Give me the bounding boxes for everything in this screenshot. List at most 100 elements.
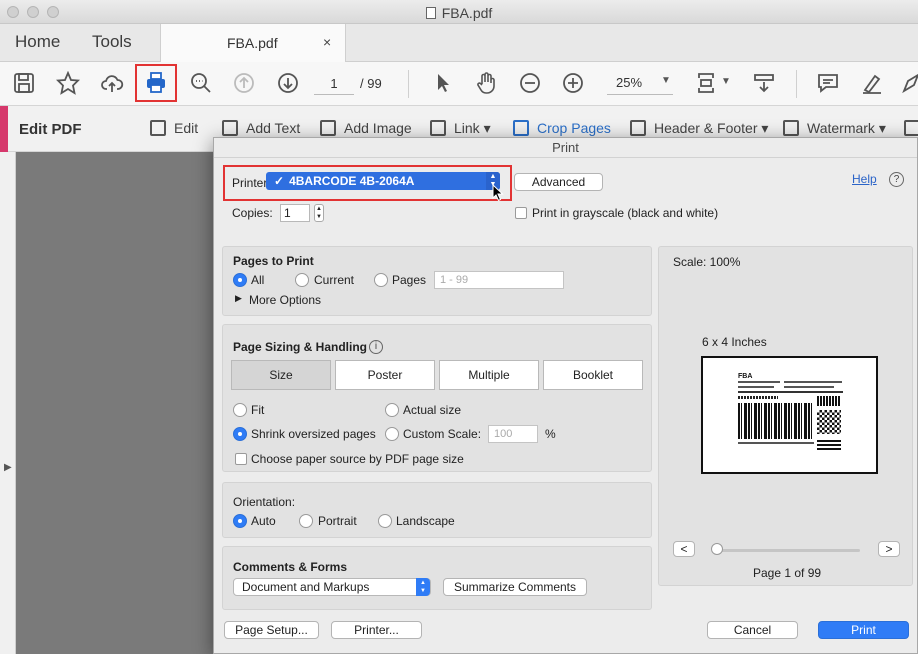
edit-tool-button[interactable]: Edit	[150, 120, 198, 136]
bookmark-star-icon[interactable]	[54, 69, 82, 97]
print-dialog: Print Printer: ✓4BARCODE 4B-2064A ▲▼ Adv…	[213, 137, 918, 654]
cancel-button[interactable]: Cancel	[707, 621, 798, 639]
comments-forms-select[interactable]: Document and Markups ▲ ▼	[233, 578, 431, 596]
custom-scale-input[interactable]: 100	[488, 425, 538, 443]
printer-button[interactable]: Printer...	[331, 621, 422, 639]
chevron-updown-icon: ▲▼	[416, 578, 430, 596]
poster-mode-button[interactable]: Poster	[335, 360, 435, 390]
tab-document[interactable]: FBA.pdf ×	[160, 24, 346, 62]
draw-pen-icon[interactable]	[898, 69, 918, 97]
tab-tools[interactable]: Tools	[92, 32, 132, 52]
grayscale-label: Print in grayscale (black and white)	[532, 206, 719, 220]
header-footer-button[interactable]: Header & Footer ▾	[630, 120, 768, 137]
orientation-landscape-radio[interactable]	[378, 514, 392, 528]
help-link[interactable]: Help	[852, 172, 877, 186]
preview-text-line	[738, 381, 780, 383]
help-icon[interactable]: ?	[889, 172, 904, 187]
select-arrow-icon[interactable]	[429, 69, 457, 97]
shrink-oversized-radio[interactable]	[233, 427, 247, 441]
zoom-in-icon[interactable]	[559, 69, 587, 97]
upload-cloud-icon[interactable]	[98, 69, 126, 97]
page-setup-button[interactable]: Page Setup...	[224, 621, 319, 639]
page-number-input[interactable]	[314, 73, 354, 95]
main-toolbar: / 99 25% ▼ ▼	[0, 62, 918, 106]
zoom-out-icon[interactable]	[516, 69, 544, 97]
copies-input[interactable]: 1	[280, 204, 310, 222]
page-slider-thumb[interactable]	[711, 543, 723, 555]
image-icon	[320, 120, 336, 136]
print-icon[interactable]	[135, 64, 177, 102]
page-slider-track[interactable]	[716, 549, 860, 552]
info-icon[interactable]: i	[369, 340, 383, 354]
summarize-comments-button[interactable]: Summarize Comments	[443, 578, 587, 596]
orientation-portrait-label: Portrait	[318, 514, 357, 528]
preview-prev-button[interactable]: <	[673, 541, 695, 557]
watermark-button[interactable]: Watermark ▾	[783, 120, 886, 137]
previous-page-icon[interactable]	[230, 69, 258, 97]
multiple-mode-button[interactable]: Multiple	[439, 360, 539, 390]
more-tools-button[interactable]	[904, 120, 918, 136]
more-options-toggle[interactable]: More Options	[249, 293, 321, 307]
highlight-pen-icon[interactable]	[858, 69, 886, 97]
chevron-down-icon: ▼	[661, 75, 671, 86]
add-image-button[interactable]: Add Image	[320, 120, 412, 136]
size-mode-button[interactable]: Size	[231, 360, 331, 390]
printer-select[interactable]: ✓4BARCODE 4B-2064A ▲▼	[266, 172, 500, 190]
link-button[interactable]: Link ▾	[430, 120, 491, 137]
print-button[interactable]: Print	[818, 621, 909, 639]
edit-text-icon	[150, 120, 166, 136]
zoom-search-icon[interactable]	[187, 69, 215, 97]
add-text-icon	[222, 120, 238, 136]
preview-barcode	[738, 403, 814, 439]
close-tab-icon[interactable]: ×	[323, 34, 331, 50]
section-title: Comments & Forms	[233, 560, 348, 574]
grayscale-checkbox[interactable]	[515, 207, 527, 219]
chevron-down-icon[interactable]: ▼	[721, 76, 731, 87]
pages-all-radio[interactable]	[233, 273, 247, 287]
preview-next-button[interactable]: >	[878, 541, 900, 557]
next-page-icon[interactable]	[274, 69, 302, 97]
scroll-mode-icon[interactable]	[750, 69, 778, 97]
orientation-section: Orientation: Auto Portrait Landscape	[222, 482, 652, 538]
preview-side-bars	[817, 438, 841, 450]
edit-pdf-title: Edit PDF	[19, 121, 82, 138]
orientation-landscape-label: Landscape	[396, 514, 455, 528]
disclosure-triangle-icon[interactable]: ▶	[235, 293, 242, 304]
pdf-file-icon	[425, 7, 436, 19]
pages-range-radio[interactable]	[374, 273, 388, 287]
expand-pane-icon[interactable]: ▶	[4, 462, 12, 473]
zoom-level-dropdown[interactable]: 25% ▼	[607, 71, 673, 95]
pages-current-radio[interactable]	[295, 273, 309, 287]
comment-icon[interactable]	[814, 69, 842, 97]
fit-radio[interactable]	[233, 403, 247, 417]
actual-size-radio[interactable]	[385, 403, 399, 417]
fit-label: Fit	[251, 403, 265, 417]
page-sizing-section: Page Sizing & Handling i Size Poster Mul…	[222, 324, 652, 472]
crop-pages-button[interactable]: Crop Pages	[513, 120, 611, 136]
custom-scale-label: Custom Scale:	[403, 427, 482, 441]
save-icon[interactable]	[10, 69, 38, 97]
booklet-mode-button[interactable]: Booklet	[543, 360, 643, 390]
add-text-button[interactable]: Add Text	[222, 120, 300, 136]
paper-source-checkbox[interactable]	[235, 453, 247, 465]
fit-page-icon[interactable]	[692, 69, 720, 97]
section-title: Page Sizing & Handling	[233, 340, 368, 354]
preview-rule	[738, 391, 843, 393]
preview-side-barcode	[817, 396, 841, 406]
preview-text-line	[738, 386, 774, 388]
custom-scale-radio[interactable]	[385, 427, 399, 441]
paper-source-label: Choose paper source by PDF page size	[251, 452, 464, 466]
watermark-icon	[783, 120, 799, 136]
page-range-input[interactable]: 1 - 99	[434, 271, 564, 289]
copies-stepper[interactable]: ▲ ▼	[314, 204, 324, 222]
orientation-auto-radio[interactable]	[233, 514, 247, 528]
window-titlebar: FBA.pdf	[0, 0, 918, 24]
tab-home[interactable]: Home	[15, 32, 60, 52]
advanced-button[interactable]: Advanced	[514, 173, 603, 191]
hand-tool-icon[interactable]	[472, 69, 500, 97]
window-title: FBA.pdf	[0, 5, 918, 21]
tab-document-label: FBA.pdf	[227, 35, 278, 51]
toolbar-divider	[408, 70, 409, 98]
tab-bar: Home Tools FBA.pdf ×	[0, 24, 918, 62]
orientation-portrait-radio[interactable]	[299, 514, 313, 528]
